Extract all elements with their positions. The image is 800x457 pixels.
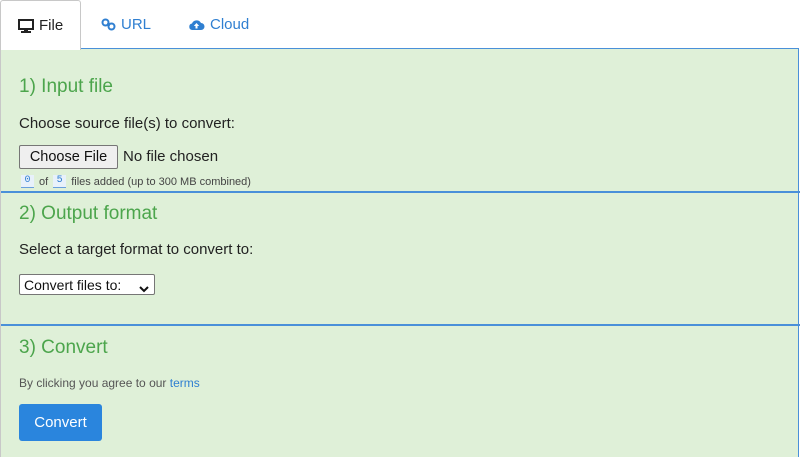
chevron-down-icon <box>139 280 149 296</box>
source-tabs: File URL Cloud <box>0 0 800 50</box>
files-of-text: of <box>39 175 49 188</box>
link-icon <box>101 18 116 31</box>
cloud-upload-icon <box>188 18 205 31</box>
tab-cloud-label: Cloud <box>210 16 250 33</box>
choose-file-button[interactable]: Choose File <box>19 145 118 169</box>
convert-format-select[interactable]: Convert files to: <box>19 274 155 295</box>
tab-url-label: URL <box>121 16 152 33</box>
tab-cloud[interactable]: Cloud <box>188 0 249 49</box>
output-format-heading: 2) Output format <box>19 203 158 224</box>
files-counter: 0 of 5 files added (up to 300 MB combine… <box>19 175 254 188</box>
terms-link[interactable]: terms <box>170 376 200 390</box>
section-divider <box>1 191 800 193</box>
converter-panel: 1) Input file Choose source file(s) to c… <box>0 48 800 457</box>
section-divider <box>1 324 800 326</box>
tab-file[interactable]: File <box>0 0 81 50</box>
files-added-text: files added (up to 300 MB combined) <box>71 175 251 188</box>
input-file-heading: 1) Input file <box>19 76 113 97</box>
output-instruction: Select a target format to convert to: <box>19 241 254 258</box>
tab-url[interactable]: URL <box>101 0 151 49</box>
files-max-count: 5 <box>53 175 67 188</box>
convert-format-select-value: Convert files to: <box>24 276 122 293</box>
terms-notice-text: By clicking you agree to our <box>19 376 167 390</box>
tab-file-label: File <box>39 17 64 34</box>
input-instruction: Choose source file(s) to convert: <box>19 115 235 132</box>
terms-notice: By clicking you agree to our terms <box>19 376 200 390</box>
convert-button[interactable]: Convert <box>19 404 102 441</box>
monitor-icon <box>18 18 34 33</box>
file-status: No file chosen <box>123 148 219 165</box>
files-added-count: 0 <box>21 175 34 188</box>
convert-heading: 3) Convert <box>19 337 108 358</box>
